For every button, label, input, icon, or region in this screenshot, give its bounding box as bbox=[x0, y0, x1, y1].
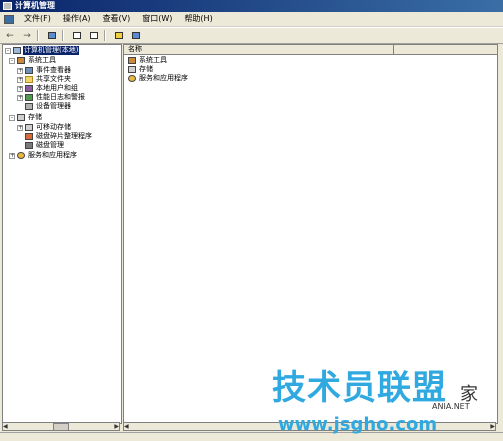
scroll-right-icon[interactable]: ▶ bbox=[114, 423, 119, 430]
tree-item-label: 性能日志和警报 bbox=[36, 93, 85, 101]
app-menu-icon[interactable] bbox=[4, 14, 14, 24]
expand-icon[interactable]: + bbox=[17, 67, 23, 74]
help-icon bbox=[115, 32, 123, 39]
list-item-label: 服务和应用程序 bbox=[139, 74, 188, 82]
column-header-empty bbox=[394, 45, 497, 54]
tree-item-label: 磁盘碎片整理程序 bbox=[36, 132, 92, 140]
forward-arrow-icon: → bbox=[23, 30, 31, 41]
column-header-row: 名称 bbox=[124, 45, 497, 55]
tree-item-shared-folders[interactable]: + 共享文件夹 bbox=[17, 75, 72, 84]
list-item-services-applications[interactable]: 服务和应用程序 bbox=[128, 74, 189, 83]
tools-icon bbox=[17, 57, 25, 64]
expand-icon[interactable]: + bbox=[17, 76, 23, 83]
properties-icon bbox=[73, 32, 81, 39]
event-viewer-icon bbox=[25, 67, 33, 74]
console-tree-icon bbox=[48, 32, 56, 39]
console-button[interactable] bbox=[129, 30, 143, 42]
show-hide-tree-button[interactable] bbox=[45, 30, 59, 42]
console-tree[interactable]: - 计算机管理(本地) - 系统工具 + 事件查看器 + 共享文件夹 + 本地用… bbox=[2, 44, 122, 424]
removable-storage-icon bbox=[25, 124, 33, 131]
tree-item-computer-management[interactable]: - 计算机管理(本地) bbox=[5, 46, 80, 55]
tree-item-label: 事件查看器 bbox=[36, 66, 71, 74]
list-item-storage[interactable]: 存储 bbox=[128, 65, 154, 74]
tree-item-label: 设备管理器 bbox=[36, 102, 71, 110]
back-button[interactable]: ← bbox=[3, 30, 17, 42]
menu-help[interactable]: 帮助(H) bbox=[178, 12, 218, 26]
collapse-icon[interactable]: - bbox=[9, 114, 15, 121]
tree-item-device-manager[interactable]: 设备管理器 bbox=[17, 102, 72, 111]
menu-bar: 文件(F) 操作(A) 查看(V) 窗口(W) 帮助(H) bbox=[0, 12, 503, 27]
menu-file[interactable]: 文件(F) bbox=[18, 12, 57, 26]
tree-item-system-tools[interactable]: - 系统工具 bbox=[9, 56, 57, 65]
tree-item-label: 磁盘管理 bbox=[36, 141, 64, 149]
toolbar: ← → bbox=[0, 27, 503, 44]
tree-item-local-users[interactable]: + 本地用户和组 bbox=[17, 84, 79, 93]
tree-horizontal-scrollbar[interactable]: ◀ ▶ bbox=[2, 422, 120, 431]
users-icon bbox=[25, 85, 33, 92]
tree-item-label: 系统工具 bbox=[28, 56, 56, 64]
title-bar: 计算机管理 bbox=[0, 0, 503, 12]
computer-icon bbox=[13, 47, 21, 54]
list-item-label: 系统工具 bbox=[139, 56, 167, 64]
collapse-icon[interactable]: - bbox=[5, 47, 11, 54]
services-icon bbox=[128, 75, 136, 82]
performance-icon bbox=[25, 94, 33, 101]
forward-button[interactable]: → bbox=[20, 30, 34, 42]
tree-item-label: 共享文件夹 bbox=[36, 75, 71, 83]
tree-item-label: 存储 bbox=[28, 113, 42, 121]
help-button[interactable] bbox=[112, 30, 126, 42]
scroll-left-icon[interactable]: ◀ bbox=[124, 423, 129, 430]
defrag-icon bbox=[25, 133, 33, 140]
storage-icon bbox=[17, 114, 25, 121]
menu-action[interactable]: 操作(A) bbox=[57, 12, 97, 26]
back-arrow-icon: ← bbox=[6, 30, 14, 41]
tree-item-disk-management[interactable]: 磁盘管理 bbox=[17, 141, 65, 150]
list-item-system-tools[interactable]: 系统工具 bbox=[128, 56, 168, 65]
tree-item-label: 本地用户和组 bbox=[36, 84, 78, 92]
tree-item-services-applications[interactable]: + 服务和应用程序 bbox=[9, 151, 78, 160]
list-item-label: 存储 bbox=[139, 65, 153, 73]
expand-icon[interactable]: + bbox=[17, 124, 23, 131]
tree-item-performance-logs[interactable]: + 性能日志和警报 bbox=[17, 93, 86, 102]
window-icon bbox=[3, 2, 12, 10]
details-horizontal-scrollbar[interactable]: ◀ ▶ bbox=[123, 422, 496, 431]
column-header-name[interactable]: 名称 bbox=[124, 45, 394, 54]
device-manager-icon bbox=[25, 103, 33, 110]
console-icon bbox=[132, 32, 140, 39]
tree-item-event-viewer[interactable]: + 事件查看器 bbox=[17, 66, 72, 75]
storage-icon bbox=[128, 66, 136, 73]
scroll-right-icon[interactable]: ▶ bbox=[490, 423, 495, 430]
tree-item-removable-storage[interactable]: + 可移动存储 bbox=[17, 123, 72, 132]
toolbar-separator bbox=[37, 30, 39, 41]
details-pane[interactable]: 名称 系统工具 存储 服务和应用程序 bbox=[123, 44, 498, 424]
menu-window[interactable]: 窗口(W) bbox=[136, 12, 178, 26]
export-icon bbox=[90, 32, 98, 39]
menu-view[interactable]: 查看(V) bbox=[97, 12, 137, 26]
window-title: 计算机管理 bbox=[15, 1, 55, 10]
shared-folder-icon bbox=[25, 76, 33, 83]
toolbar-separator bbox=[62, 30, 64, 41]
toolbar-separator bbox=[104, 30, 106, 41]
export-list-button[interactable] bbox=[87, 30, 101, 42]
expand-icon[interactable]: + bbox=[9, 152, 15, 159]
services-icon bbox=[17, 152, 25, 159]
collapse-icon[interactable]: - bbox=[9, 57, 15, 64]
scroll-thumb[interactable] bbox=[53, 422, 69, 431]
expand-icon[interactable]: + bbox=[17, 94, 23, 101]
scroll-left-icon[interactable]: ◀ bbox=[3, 423, 8, 430]
expand-icon[interactable]: + bbox=[17, 85, 23, 92]
tree-item-label: 计算机管理(本地) bbox=[23, 46, 80, 55]
tree-item-label: 服务和应用程序 bbox=[28, 151, 77, 159]
tree-item-storage[interactable]: - 存储 bbox=[9, 113, 43, 122]
properties-button[interactable] bbox=[70, 30, 84, 42]
disk-icon bbox=[25, 142, 33, 149]
tools-icon bbox=[128, 57, 136, 64]
tree-item-disk-defragmenter[interactable]: 磁盘碎片整理程序 bbox=[17, 132, 93, 141]
tree-item-label: 可移动存储 bbox=[36, 123, 71, 131]
